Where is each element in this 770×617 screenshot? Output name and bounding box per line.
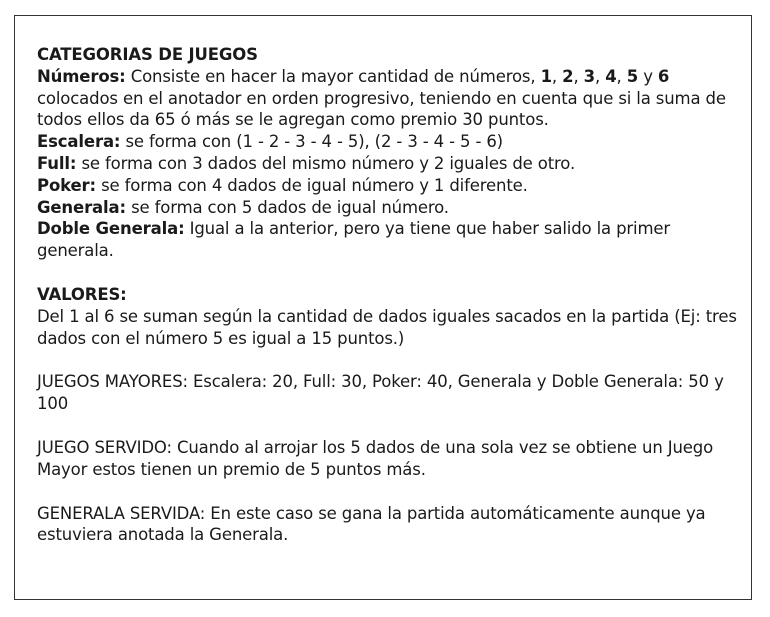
rule-escalera-label: Escalera: [37,132,121,152]
categorias-heading: CATEGORIAS DE JUEGOS [37,45,258,64]
numero-2: 2 [562,66,574,86]
generala-servida-text: GENERALA SERVIDA: En este caso se gana l… [37,503,706,545]
numero-6: 6 [657,66,670,86]
rule-poker: Poker: se forma con 4 dados de igual núm… [37,175,737,197]
numero-3: 3 [583,66,595,86]
numero-5: 5 [626,66,639,86]
rule-generala-text: se forma con 5 dados de igual número. [125,197,449,217]
valores-text: Del 1 al 6 se suman según la cantidad de… [37,306,737,348]
rule-doble-generala: Doble Generala: Igual a la anterior, per… [37,218,737,262]
rule-full-label: Full: [37,153,77,173]
numero-4: 4 [605,66,617,86]
juego-servido-text: JUEGO SERVIDO: Cuando al arrojar los 5 d… [37,437,714,479]
numero-sep: , [595,66,606,86]
numero-sep: y [638,66,658,86]
rule-numeros-text2: colocados en el anotador en orden progre… [37,88,726,130]
numero-sep: , [616,66,627,86]
rule-full: Full: se forma con 3 dados del mismo núm… [37,153,737,175]
rule-doble-generala-label: Doble Generala: [37,219,185,239]
rule-poker-label: Poker: [37,175,96,195]
rule-escalera-text: se forma con (1 - 2 - 3 - 4 - 5), (2 - 3… [120,132,503,152]
rules-card: CATEGORIAS DE JUEGOS Números: Consiste e… [14,15,752,600]
rule-numeros-label: Números: [37,66,126,86]
rule-escalera: Escalera: se forma con (1 - 2 - 3 - 4 - … [37,131,737,153]
valores-heading: VALORES: [37,284,127,304]
rule-generala-label: Generala: [37,197,126,217]
numero-sep: , [551,66,563,86]
rule-numeros: Números: Consiste en hacer la mayor cant… [37,66,737,131]
numero-1: 1 [540,66,552,86]
rule-generala: Generala: se forma con 5 dados de igual … [37,197,737,219]
rule-full-text: se forma con 3 dados del mismo número y … [76,153,576,173]
rule-numeros-text1: Consiste en hacer la mayor cantidad de n… [125,66,541,86]
rule-poker-text: se forma con 4 dados de igual número y 1… [96,175,528,195]
juegos-mayores-text: JUEGOS MAYORES: Escalera: 20, Full: 30, … [37,372,724,414]
rules-content: CATEGORIAS DE JUEGOS Números: Consiste e… [37,44,737,546]
numero-sep: , [573,66,584,86]
